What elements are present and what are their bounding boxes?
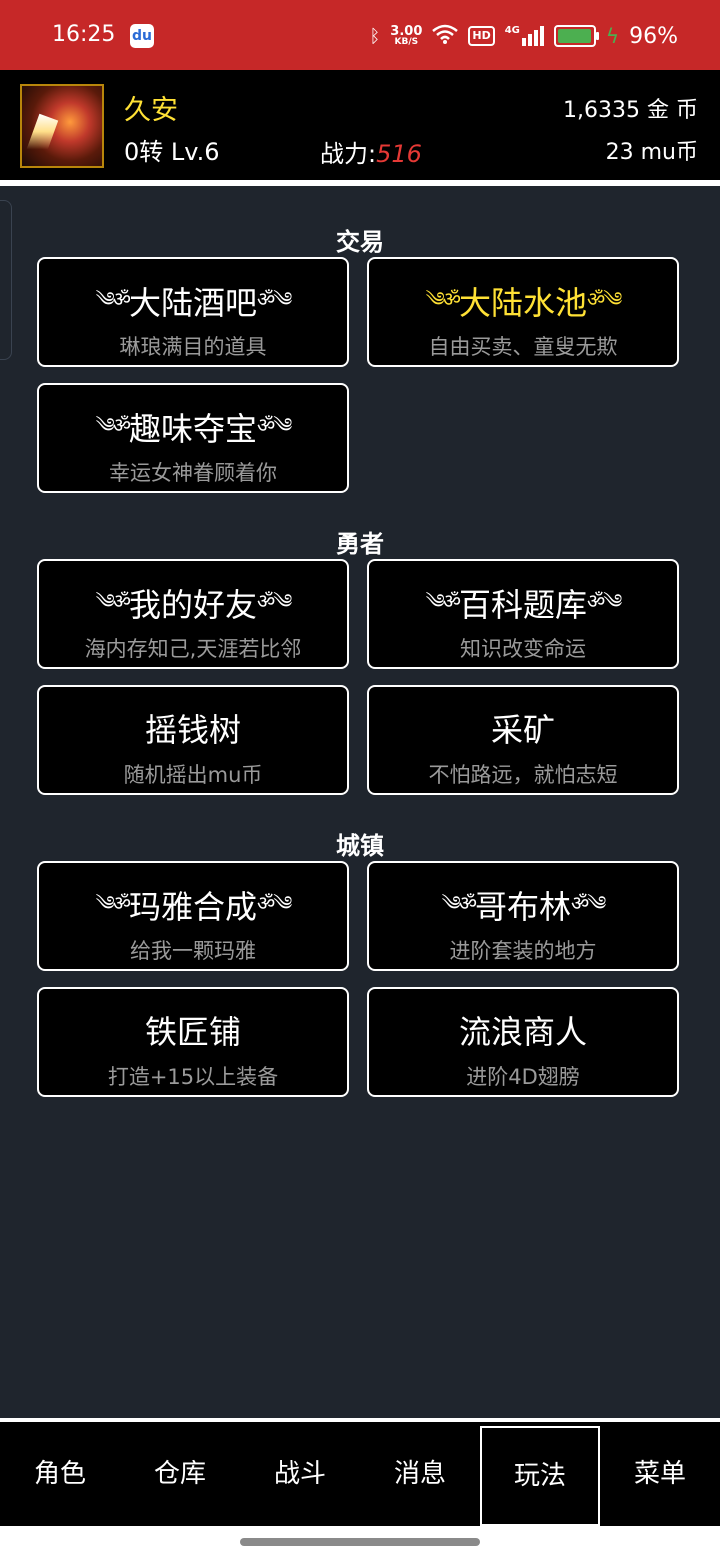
card-title-text: 采矿 xyxy=(490,711,555,749)
card-title-text: 铁匠铺 xyxy=(144,1013,241,1051)
ornament-right-icon: ॐ༄ xyxy=(257,413,292,437)
section-title: 交易 xyxy=(336,228,384,256)
menu-card[interactable]: 摇钱树随机摇出mu币 xyxy=(37,685,349,795)
nav-tab[interactable]: 菜单 xyxy=(600,1422,720,1526)
bottom-navigation: 角色 仓库 战斗 消息 玩法 菜单 xyxy=(0,1422,720,1526)
home-gesture-bar[interactable] xyxy=(240,1538,480,1546)
menu-card[interactable]: ༄ॐ我的好友ॐ༄ 海内存知己,天涯若比邻 xyxy=(37,559,349,669)
card-subtitle: 琳琅满目的道具 xyxy=(119,335,267,359)
menu-card[interactable]: 铁匠铺打造+15以上装备 xyxy=(37,987,349,1097)
battery-fill xyxy=(557,29,591,43)
card-title: ༄ॐ大陆水池ॐ༄ xyxy=(369,277,677,333)
card-subtitle: 给我一颗玛雅 xyxy=(130,939,256,963)
menu-card[interactable]: ༄ॐ哥布林ॐ༄ 进阶套装的地方 xyxy=(367,861,679,971)
player-name: 久安 xyxy=(124,95,178,126)
card-title: ༄ॐ玛雅合成ॐ༄ xyxy=(39,881,347,937)
card-subtitle: 知识改变命运 xyxy=(460,637,586,661)
ornament-left-icon: ༄ॐ xyxy=(95,413,131,437)
network-type: 4G xyxy=(504,25,520,36)
hd-icon: HD xyxy=(468,26,495,46)
card-title: 铁匠铺 xyxy=(39,1007,347,1053)
gold-balance: 1,6335 金 币 xyxy=(563,98,698,123)
mu-coin-balance: 23 mu币 xyxy=(605,140,698,165)
card-title: ༄ॐ百科题库ॐ༄ xyxy=(369,579,677,635)
card-subtitle: 幸运女神眷顾着你 xyxy=(109,461,277,485)
card-title: ༄ॐ哥布林ॐ༄ xyxy=(369,881,677,937)
card-subtitle: 进阶4D翅膀 xyxy=(466,1065,580,1089)
card-title: ༄ॐ大陆酒吧ॐ༄ xyxy=(39,277,347,333)
ornament-right-icon: ॐ༄ xyxy=(257,287,292,311)
speed-unit: KB/S xyxy=(394,37,419,47)
card-subtitle: 打造+15以上装备 xyxy=(107,1065,279,1089)
bluetooth-icon: ᛒ xyxy=(369,25,381,47)
ornament-left-icon: ༄ॐ xyxy=(95,589,131,613)
ornament-right-icon: ॐ༄ xyxy=(571,891,606,915)
menu-card[interactable]: ༄ॐ大陆酒吧ॐ༄ 琳琅满目的道具 xyxy=(37,257,349,367)
combat-power: 战力:516 xyxy=(320,134,422,169)
card-subtitle: 海内存知己,天涯若比邻 xyxy=(84,637,302,661)
section-title: 勇者 xyxy=(336,530,384,558)
card-subtitle: 进阶套装的地方 xyxy=(449,939,597,963)
card-subtitle: 不怕路远，就怕志短 xyxy=(428,763,618,787)
nav-tab[interactable]: 战斗 xyxy=(240,1422,360,1526)
card-title-text: 摇钱树 xyxy=(144,711,241,749)
nav-tab[interactable]: 仓库 xyxy=(120,1422,240,1526)
card-title: 流浪商人 xyxy=(369,1007,677,1053)
menu-card[interactable]: 流浪商人进阶4D翅膀 xyxy=(367,987,679,1097)
power-value: 516 xyxy=(376,140,422,168)
card-title-text: 玛雅合成 xyxy=(128,888,257,926)
battery-icon xyxy=(553,25,599,47)
card-title-text: 流浪商人 xyxy=(458,1013,587,1051)
ornament-right-icon: ॐ༄ xyxy=(257,891,292,915)
nav-tab[interactable]: 角色 xyxy=(0,1422,120,1526)
signal-icon: 4G xyxy=(505,26,544,46)
card-title-text: 趣味夺宝 xyxy=(128,410,257,448)
card-title-text: 哥布林 xyxy=(474,888,571,926)
card-subtitle: 随机摇出mu币 xyxy=(123,763,263,787)
card-title: 采矿 xyxy=(369,705,677,751)
power-label: 战力: xyxy=(320,140,377,168)
player-level: 0转 Lv.6 xyxy=(124,138,220,166)
menu-card[interactable]: ༄ॐ玛雅合成ॐ༄ 给我一颗玛雅 xyxy=(37,861,349,971)
menu-card[interactable]: ༄ॐ趣味夺宝ॐ༄ 幸运女神眷顾着你 xyxy=(37,383,349,493)
ornament-right-icon: ॐ༄ xyxy=(587,589,622,613)
menu-card[interactable]: 采矿不怕路远，就怕志短 xyxy=(367,685,679,795)
baidu-icon: du xyxy=(130,24,154,48)
card-title: ༄ॐ趣味夺宝ॐ༄ xyxy=(39,403,347,459)
header-divider xyxy=(0,180,720,186)
card-title: ༄ॐ我的好友ॐ༄ xyxy=(39,579,347,635)
network-speed: 3.00 KB/S xyxy=(390,25,422,47)
ornament-right-icon: ॐ༄ xyxy=(257,589,292,613)
card-title-text: 我的好友 xyxy=(128,586,257,624)
ornament-left-icon: ༄ॐ xyxy=(95,891,131,915)
card-subtitle: 自由买卖、童叟无欺 xyxy=(428,335,618,359)
charging-icon: ϟ xyxy=(605,24,620,48)
battery-percent: 96% xyxy=(629,23,678,49)
menu-card[interactable]: ༄ॐ大陆水池ॐ༄ 自由买卖、童叟无欺 xyxy=(367,257,679,367)
ornament-right-icon: ॐ༄ xyxy=(587,287,622,311)
card-title-text: 大陆酒吧 xyxy=(128,284,257,322)
ornament-left-icon: ༄ॐ xyxy=(425,287,461,311)
section-title: 城镇 xyxy=(336,832,384,860)
card-title-text: 大陆水池 xyxy=(458,284,587,322)
status-icons: ᛒ 3.00 KB/S HD 4G ϟ 96% xyxy=(369,20,678,52)
card-title-text: 百科题库 xyxy=(458,586,587,624)
ornament-left-icon: ༄ॐ xyxy=(95,287,131,311)
menu-card[interactable]: ༄ॐ百科题库ॐ༄ 知识改变命运 xyxy=(367,559,679,669)
ornament-left-icon: ༄ॐ xyxy=(425,589,461,613)
status-time: 16:25 xyxy=(52,22,116,47)
status-bar: 16:25 du ᛒ 3.00 KB/S HD 4G ϟ 96% xyxy=(0,0,720,70)
ornament-left-icon: ༄ॐ xyxy=(441,891,477,915)
wifi-icon xyxy=(432,24,459,49)
nav-tab[interactable]: 消息 xyxy=(360,1422,480,1526)
nav-tab[interactable]: 玩法 xyxy=(480,1426,600,1526)
player-avatar[interactable] xyxy=(20,84,104,168)
card-title: 摇钱树 xyxy=(39,705,347,751)
